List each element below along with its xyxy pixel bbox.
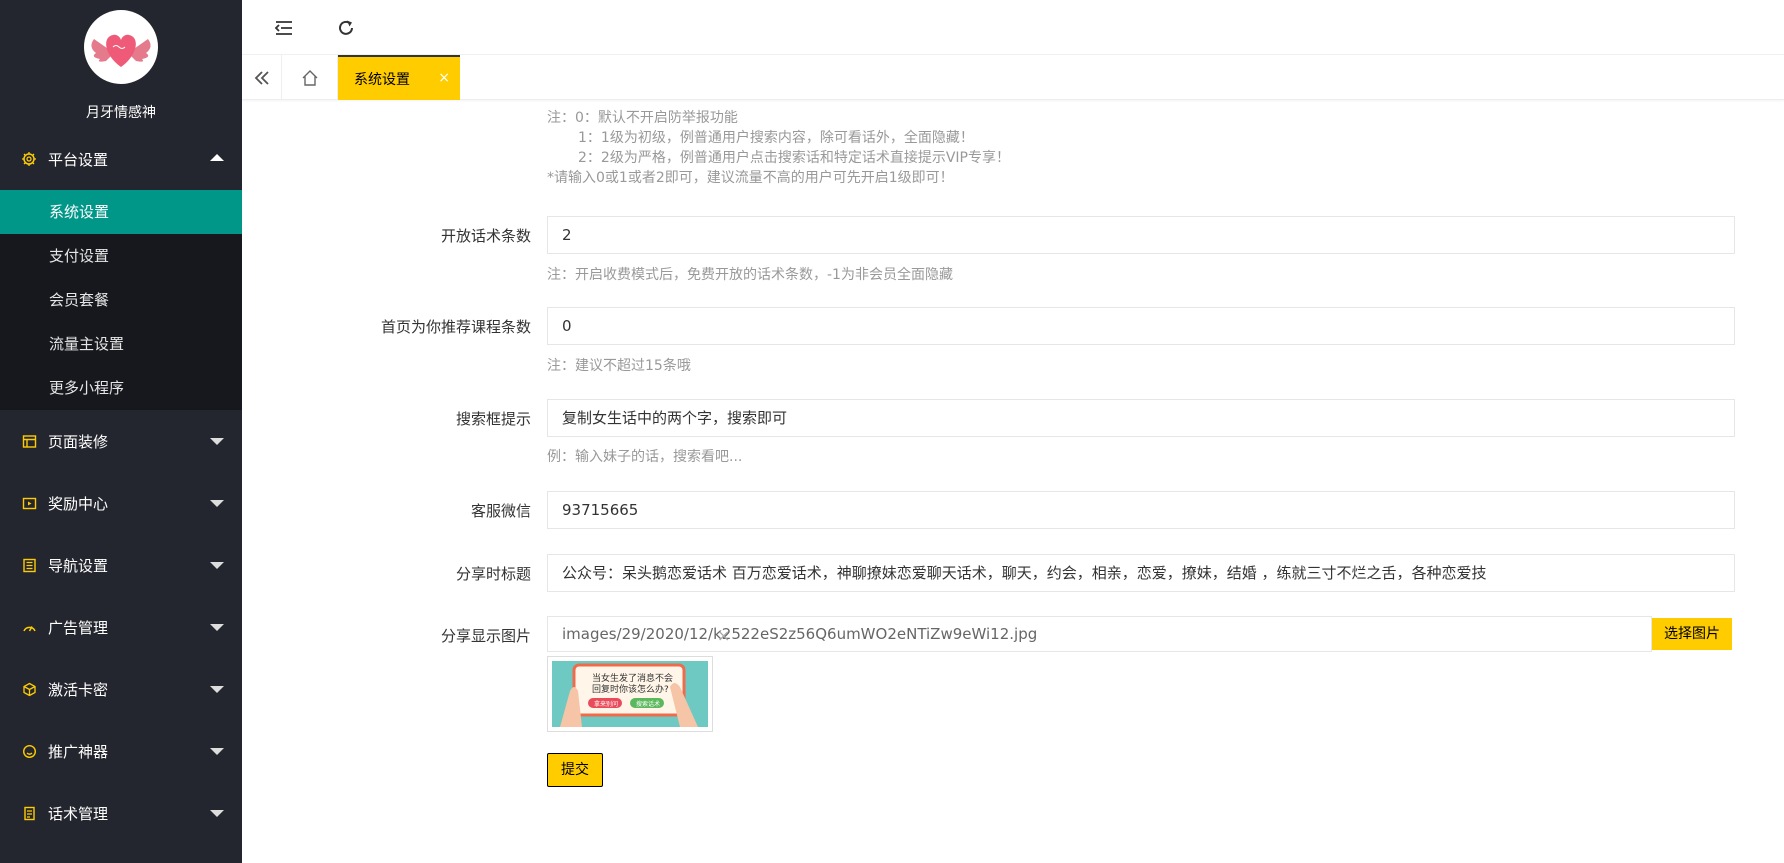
recommend-count-label: 首页为你推荐课程条数	[380, 318, 531, 336]
menu-group-label: 页面装修	[48, 432, 109, 451]
share-image-path-input[interactable]: images/29/2020/12/k2522eS2z56Q6umWO2eNTi…	[547, 616, 1652, 652]
menu-group-page-decoration[interactable]: 页面装修	[0, 410, 242, 472]
expand-arrow-icon	[210, 686, 224, 693]
thumbnail-text: 当女生发了消息不会	[592, 672, 673, 684]
home-icon	[302, 69, 317, 86]
note-line: 1：1级为初级，例普通用户搜索内容，除可看话外，全面隐藏！	[578, 130, 974, 146]
main-content: 注：0：默认不开启防举报功能 1：1级为初级，例普通用户搜索内容，除可看话外，全…	[242, 101, 1784, 863]
collapse-menu-icon[interactable]	[274, 18, 294, 38]
menu-group-label: 推广神器	[48, 742, 109, 761]
smile-icon	[20, 742, 38, 760]
sidebar-item-traffic-settings[interactable]: 流量主设置	[0, 322, 242, 366]
nav-icon	[20, 556, 38, 574]
menu-group-promotion-tools[interactable]: 推广神器	[0, 720, 242, 782]
menu-group-label: 导航设置	[48, 556, 109, 575]
thumbnail-image: 当女生发了消息不会 回复时你该怎么办? 拿来别问 搜索话术	[552, 661, 708, 727]
expand-arrow-icon	[210, 624, 224, 631]
menu-group-label: 话术管理	[48, 804, 109, 823]
menu-group-label: 平台设置	[48, 150, 109, 169]
doc-icon	[20, 804, 38, 822]
tab-label: 系统设置	[354, 71, 410, 88]
open-count-label: 开放话术条数	[440, 227, 531, 245]
tab-system-settings[interactable]: 系统设置 ×	[338, 55, 460, 100]
share-title-label: 分享时标题	[455, 565, 531, 583]
remove-image-icon[interactable]: ×	[717, 626, 730, 645]
refresh-icon[interactable]	[336, 18, 356, 38]
thumbnail-button-text: 拿来别问	[594, 700, 618, 708]
submenu-platform-settings: 系统设置 支付设置 会员套餐 流量主设置 更多小程序	[0, 190, 242, 410]
layout-icon	[20, 432, 38, 450]
menu-group-platform-settings[interactable]: 平台设置	[0, 128, 242, 190]
menu-group-nav-settings[interactable]: 导航设置	[0, 534, 242, 596]
note-line: *请输入0或1或者2即可，建议流量不高的用户可先开启1级即可！	[547, 170, 954, 186]
menu-group-activation-codes[interactable]: 激活卡密	[0, 658, 242, 720]
logo-area: 月牙情感神	[0, 0, 242, 128]
note-line: 2：2级为严格，例普通用户点击搜索话和特定话术直接提示VIP专享！	[578, 150, 1010, 166]
home-tab[interactable]	[282, 55, 338, 100]
sidebar: 月牙情感神 平台设置 系统设置 支付设置 会员套餐 流量主设置 更多小程序 页面…	[0, 0, 242, 863]
share-image-thumbnail: 当女生发了消息不会 回复时你该怎么办? 拿来别问 搜索话术	[547, 656, 713, 732]
open-count-hint: 注：开启收费模式后，免费开放的话术条数，-1为非会员全面隐藏	[547, 267, 953, 283]
site-name: 月牙情感神	[86, 105, 156, 121]
wechat-label: 客服微信	[470, 502, 531, 520]
sidebar-item-more-mini-programs[interactable]: 更多小程序	[0, 366, 242, 410]
collapse-arrow-icon	[210, 154, 224, 161]
tab-close-icon[interactable]: ×	[438, 70, 450, 86]
select-image-button[interactable]: 选择图片	[1652, 618, 1732, 650]
submit-button[interactable]: 提交	[547, 753, 603, 787]
gauge-icon	[20, 618, 38, 636]
expand-arrow-icon	[210, 810, 224, 817]
menu-group-label: 激活卡密	[48, 680, 109, 699]
menu-group-script-management[interactable]: 话术管理	[0, 782, 242, 844]
tab-bar: 系统设置 ×	[242, 55, 1784, 100]
sidebar-item-payment-settings[interactable]: 支付设置	[0, 234, 242, 278]
sidebar-item-system-settings[interactable]: 系统设置	[0, 190, 242, 234]
menu-group-ad-management[interactable]: 广告管理	[0, 596, 242, 658]
open-count-input[interactable]: 2	[547, 216, 1735, 254]
thumbnail-button-text: 搜索话术	[636, 700, 660, 708]
winged-heart-logo	[91, 34, 151, 67]
logo	[84, 10, 158, 84]
menu-group-label: 奖励中心	[48, 494, 109, 513]
search-hint-input[interactable]: 复制女生话中的两个字，搜索即可	[547, 399, 1735, 437]
thumbnail-text: 回复时你该怎么办?	[592, 683, 669, 695]
video-icon	[20, 494, 38, 512]
gear-icon	[20, 150, 38, 168]
search-hint-label: 搜索框提示	[455, 410, 531, 428]
sidebar-item-member-packages[interactable]: 会员套餐	[0, 278, 242, 322]
recommend-count-input[interactable]: 0	[547, 307, 1735, 345]
menu-group-label: 广告管理	[48, 618, 109, 637]
expand-arrow-icon	[210, 438, 224, 445]
share-image-label: 分享显示图片	[440, 627, 531, 645]
note-line: 注：0：默认不开启防举报功能	[547, 110, 738, 126]
expand-arrow-icon	[210, 748, 224, 755]
double-chevron-left-icon	[254, 70, 269, 85]
expand-arrow-icon	[210, 562, 224, 569]
search-hint-example: 例：输入妹子的话，搜索看吧...	[547, 449, 743, 465]
anti-report-note: 注：0：默认不开启防举报功能 1：1级为初级，例普通用户搜索内容，除可看话外，全…	[547, 108, 1010, 188]
menu-group-reward-center[interactable]: 奖励中心	[0, 472, 242, 534]
tab-scroll-left-button[interactable]	[242, 55, 282, 100]
wechat-input[interactable]: 93715665	[547, 491, 1735, 529]
cube-icon	[20, 680, 38, 698]
expand-arrow-icon	[210, 500, 224, 507]
share-title-input[interactable]: 公众号：呆头鹅恋爱话术 百万恋爱话术，神聊撩妹恋爱聊天话术，聊天，约会，相亲，恋…	[547, 554, 1735, 592]
top-bar	[242, 0, 1784, 55]
recommend-count-hint: 注：建议不超过15条哦	[547, 358, 691, 374]
